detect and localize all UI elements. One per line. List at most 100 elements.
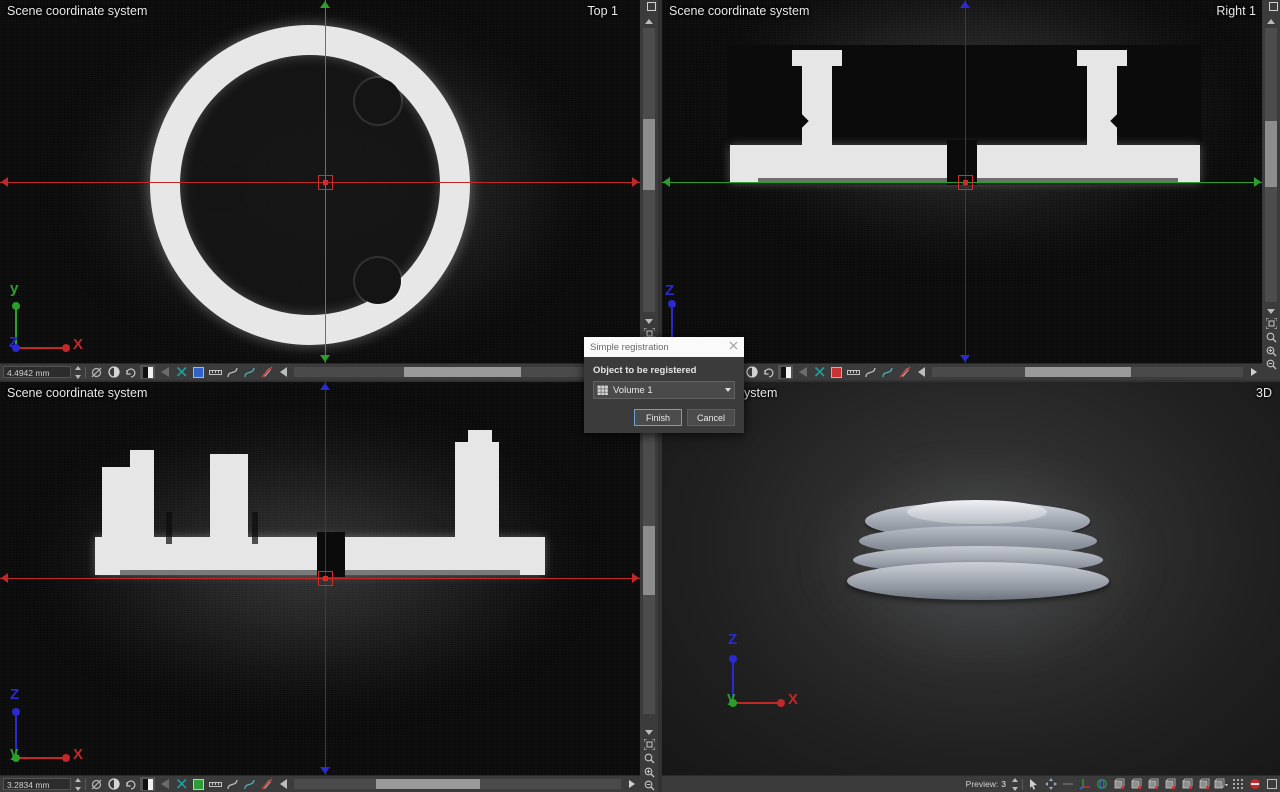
spline-icon[interactable] <box>242 365 257 379</box>
scrollbar-thumb[interactable] <box>1265 121 1277 187</box>
scissors-icon[interactable] <box>812 365 827 379</box>
preview-spinner[interactable] <box>1012 777 1020 791</box>
fit-to-view-icon[interactable] <box>642 737 656 751</box>
play-right-icon[interactable] <box>1246 365 1261 379</box>
zoom-out-icon[interactable] <box>1264 357 1278 371</box>
play-left-icon[interactable] <box>276 365 291 379</box>
color-square-icon[interactable] <box>191 777 206 791</box>
finish-button[interactable]: Finish <box>634 409 682 426</box>
curve-icon[interactable] <box>225 777 240 791</box>
curve-icon[interactable] <box>225 365 240 379</box>
reset-icon[interactable] <box>123 777 138 791</box>
color-square-icon[interactable] <box>191 365 206 379</box>
scrollbar-thumb[interactable] <box>404 367 522 377</box>
cancel-button[interactable]: Cancel <box>687 409 735 426</box>
crosshair-vertical[interactable] <box>325 382 326 792</box>
record-stop-icon[interactable] <box>1247 777 1262 791</box>
grayscale-ramp-icon[interactable] <box>140 777 155 791</box>
slice-view-top[interactable]: y X Z <box>0 0 640 380</box>
grayscale-ramp-icon[interactable] <box>140 365 155 379</box>
spline-teal-icon[interactable] <box>880 365 895 379</box>
preview-value[interactable]: 3 <box>1001 779 1006 789</box>
no-draw-icon[interactable] <box>259 777 274 791</box>
horizontal-scrollbar-top-right[interactable] <box>932 367 1243 377</box>
ruler-icon[interactable] <box>846 365 861 379</box>
ruler-icon[interactable] <box>208 777 223 791</box>
vertical-scrollbar-top-left[interactable] <box>643 28 655 312</box>
crosshair-center[interactable] <box>958 175 973 190</box>
color-square-icon[interactable] <box>829 365 844 379</box>
pulley-model[interactable] <box>847 500 1109 602</box>
axes-icon[interactable] <box>1077 777 1092 791</box>
scrollbar-thumb[interactable] <box>643 525 655 595</box>
toolbar-3d[interactable]: Preview: 3 <box>662 775 1280 792</box>
measure-icon[interactable] <box>89 777 104 791</box>
box-iso-dropdown-icon[interactable] <box>1213 777 1228 791</box>
maximize-panel-icon[interactable] <box>1269 2 1278 11</box>
viewport-top-right[interactable]: Scene coordinate system Right 1 <box>662 0 1280 380</box>
divider-line-icon[interactable] <box>1060 777 1075 791</box>
viewport-3d[interactable]: Z X y nate system 3D Preview: 3 <box>662 382 1280 792</box>
dialog-titlebar[interactable]: Simple registration <box>584 337 744 357</box>
close-icon[interactable] <box>729 341 738 353</box>
scissors-icon[interactable] <box>174 777 189 791</box>
crosshair-center[interactable] <box>318 571 333 586</box>
grid-icon[interactable] <box>1230 777 1245 791</box>
vertical-scrollbar-bottom-left[interactable] <box>643 400 655 714</box>
spline-teal-icon[interactable] <box>242 777 257 791</box>
viewport-bottom-left[interactable]: Z X y Scene coordinate system 3.2834 mm <box>0 382 640 792</box>
play-left-icon[interactable] <box>914 365 929 379</box>
play-right-icon[interactable] <box>624 777 639 791</box>
scroll-up-icon[interactable] <box>1264 14 1278 28</box>
chevron-down-icon[interactable] <box>725 388 731 392</box>
ruler-icon[interactable] <box>208 365 223 379</box>
no-draw-icon[interactable] <box>259 365 274 379</box>
rail-top-left[interactable] <box>640 0 658 380</box>
scrollbar-thumb[interactable] <box>1025 367 1132 377</box>
magnifier-icon[interactable] <box>1264 330 1278 344</box>
slice-toolbar-top-right[interactable] <box>662 363 1262 380</box>
box-back-icon[interactable] <box>1128 777 1143 791</box>
vertical-scrollbar-top-right[interactable] <box>1265 28 1277 302</box>
arrow-left-icon[interactable] <box>795 365 810 379</box>
viewport-top-left[interactable]: y X Z Scene coordinate system Top 1 4.49… <box>0 0 640 380</box>
magnifier-icon[interactable] <box>642 751 656 765</box>
zoom-out-icon[interactable] <box>642 778 656 792</box>
zoom-in-icon[interactable] <box>1264 344 1278 358</box>
box-right-icon[interactable] <box>1162 777 1177 791</box>
rail-top-right[interactable] <box>1262 0 1280 380</box>
scroll-up-icon[interactable] <box>642 14 656 28</box>
slice-toolbar-bottom-left[interactable]: 3.2834 mm <box>0 775 640 792</box>
play-left-icon[interactable] <box>276 777 291 791</box>
square-icon[interactable] <box>1264 777 1279 791</box>
arrow-left-icon[interactable] <box>157 777 172 791</box>
scrollbar-thumb[interactable] <box>375 779 481 789</box>
scene-3d[interactable]: Z X y <box>662 382 1280 792</box>
rotate-object-icon[interactable] <box>1094 777 1109 791</box>
contrast-icon[interactable] <box>744 365 759 379</box>
slice-spinner[interactable] <box>75 365 83 379</box>
box-bottom-icon[interactable] <box>1196 777 1211 791</box>
slice-position-field[interactable]: 4.4942 mm <box>3 366 71 378</box>
move-icon[interactable] <box>1043 777 1058 791</box>
grayscale-ramp-icon[interactable] <box>778 365 793 379</box>
scissors-icon[interactable] <box>174 365 189 379</box>
curve-icon[interactable] <box>863 365 878 379</box>
rail-bottom-left[interactable] <box>640 382 658 792</box>
fit-to-view-icon[interactable] <box>1264 316 1278 330</box>
measure-icon[interactable] <box>89 365 104 379</box>
slice-view-front[interactable]: Z X y <box>0 382 640 792</box>
box-left-icon[interactable] <box>1145 777 1160 791</box>
scrollbar-thumb[interactable] <box>643 118 655 190</box>
reset-icon[interactable] <box>761 365 776 379</box>
slice-toolbar-top-left[interactable]: 4.4942 mm <box>0 363 640 380</box>
maximize-panel-icon[interactable] <box>647 2 656 11</box>
crosshair-center[interactable] <box>318 175 333 190</box>
slice-spinner[interactable] <box>75 777 83 791</box>
horizontal-scrollbar-bottom-left[interactable] <box>294 779 621 789</box>
crosshair-vertical[interactable] <box>965 0 966 380</box>
no-draw-icon[interactable] <box>897 365 912 379</box>
object-dropdown[interactable]: Volume 1 <box>593 381 735 399</box>
box-front-icon[interactable] <box>1111 777 1126 791</box>
slice-position-field[interactable]: 3.2834 mm <box>3 778 71 790</box>
